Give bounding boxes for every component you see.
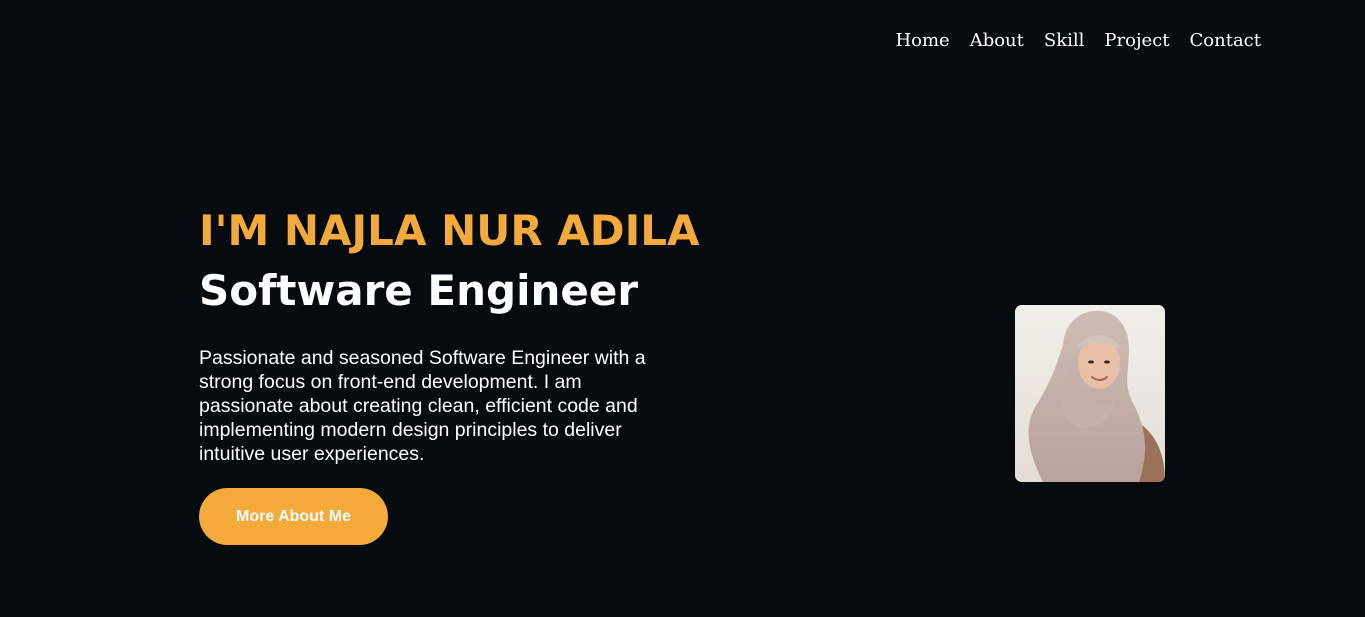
nav-home-link[interactable]: Home [895,30,949,52]
profile-photo [1015,305,1165,482]
nav-skill-link[interactable]: Skill [1044,30,1085,52]
hero-role-heading: Software Engineer [199,266,639,315]
hero-name-heading: I'M NAJLA NUR ADILA [199,206,700,255]
more-about-me-button[interactable]: More About Me [199,488,388,545]
hero-description: Passionate and seasoned Software Enginee… [199,347,646,465]
nav-contact-link[interactable]: Contact [1190,30,1261,52]
hero-section: I'M NAJLA NUR ADILA Software Engineer Pa… [199,203,759,545]
main-nav: Home About Skill Project Contact [895,30,1261,52]
nav-project-link[interactable]: Project [1104,30,1169,52]
nav-about-link[interactable]: About [970,30,1024,52]
profile-photo-image [1015,305,1165,482]
